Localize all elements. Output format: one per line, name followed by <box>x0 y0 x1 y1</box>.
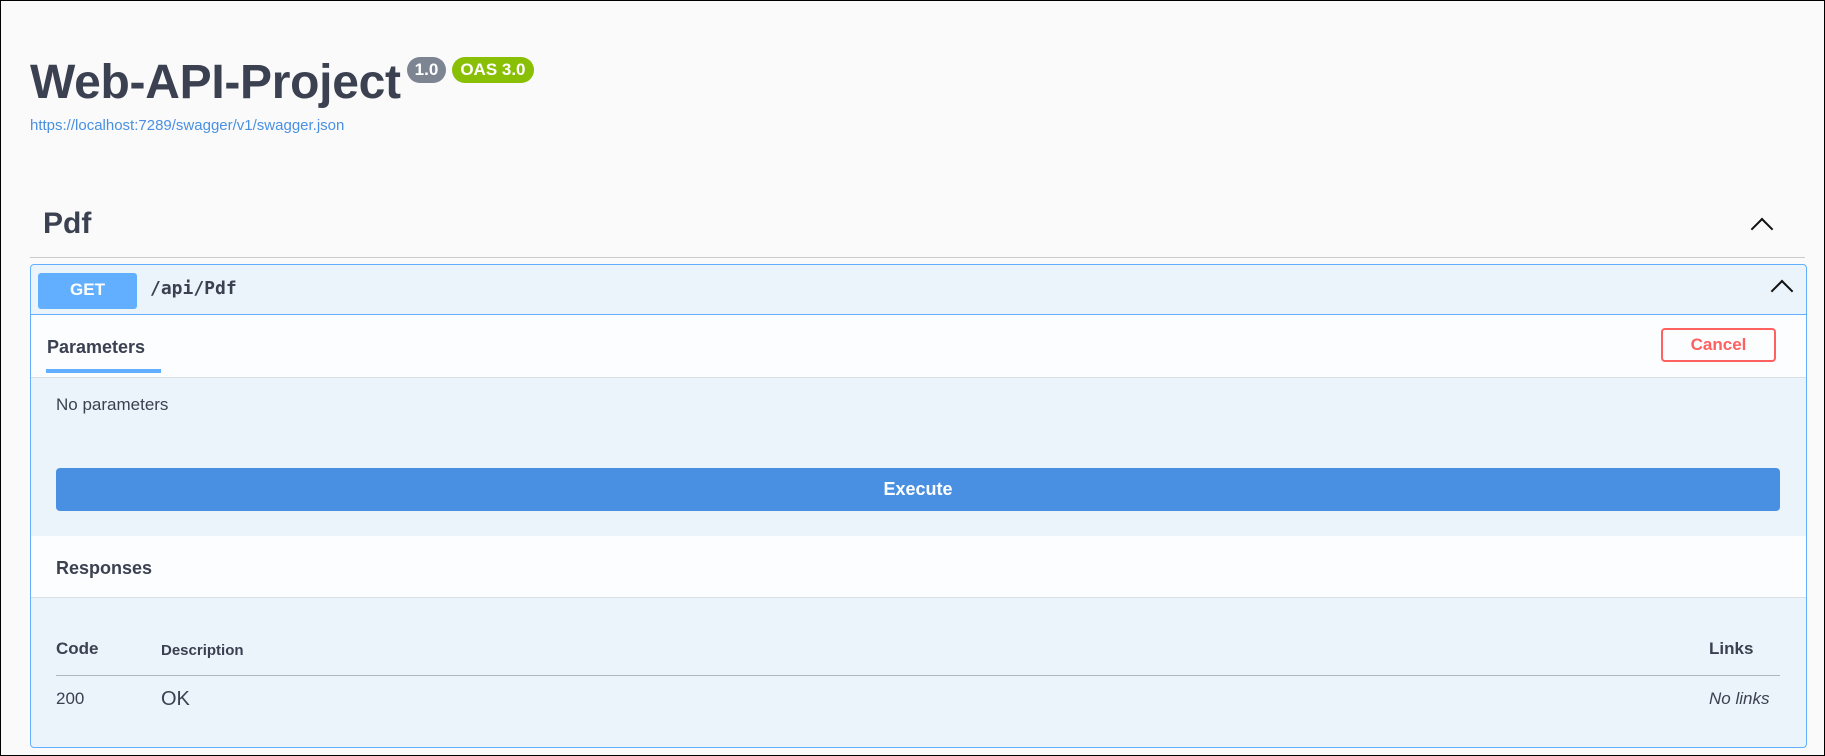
column-header-links: Links <box>1709 639 1754 658</box>
api-info: Web-API-Project 1.0 OAS 3.0 https://loca… <box>30 51 534 134</box>
operation-block: GET /api/Pdf Parameters Cancel No parame… <box>30 264 1807 748</box>
title-row: Web-API-Project 1.0 OAS 3.0 <box>30 51 534 115</box>
parameters-header: Parameters <box>31 315 1806 378</box>
column-header-code: Code <box>56 639 99 658</box>
tag-section-header[interactable]: Pdf <box>30 199 1805 258</box>
operation-summary[interactable]: GET /api/Pdf <box>31 265 1806 315</box>
response-description: OK <box>161 688 190 710</box>
tag-name: Pdf <box>43 207 92 240</box>
no-parameters-text: No parameters <box>56 395 169 414</box>
chevron-up-icon[interactable] <box>1750 217 1774 241</box>
spec-url-link[interactable]: https://localhost:7289/swagger/v1/swagge… <box>30 117 534 134</box>
execute-button[interactable]: Execute <box>56 468 1780 511</box>
responses-header: Responses <box>31 536 1806 598</box>
version-badge: 1.0 <box>406 57 447 83</box>
tab-selected-indicator <box>46 369 161 373</box>
responses-title: Responses <box>56 558 153 578</box>
column-header-description: Description <box>161 642 244 659</box>
chevron-up-icon[interactable] <box>1770 279 1794 303</box>
tab-parameters[interactable]: Parameters <box>47 337 145 358</box>
operation-path: /api/Pdf <box>150 278 237 299</box>
response-code: 200 <box>56 689 85 708</box>
response-links: No links <box>1709 689 1770 708</box>
api-title: Web-API-Project <box>30 56 401 109</box>
oas-version-badge: OAS 3.0 <box>452 57 534 83</box>
swagger-ui-page: Web-API-Project 1.0 OAS 3.0 https://loca… <box>0 0 1825 756</box>
cancel-button[interactable]: Cancel <box>1661 328 1776 362</box>
method-badge: GET <box>38 273 137 309</box>
table-divider <box>56 675 1780 676</box>
